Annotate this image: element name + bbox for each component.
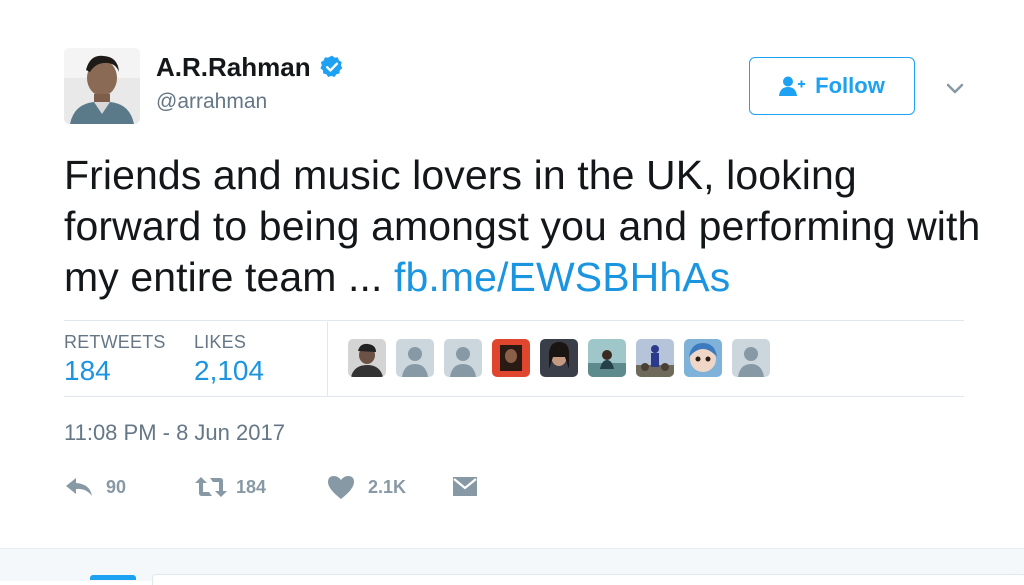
like-count: 2.1K [368,476,407,497]
reply-button[interactable]: 90 [64,472,126,502]
tweet-timestamp[interactable]: 11:08 PM - 8 Jun 2017 [64,420,285,446]
liker-avatar[interactable] [540,339,578,377]
like-button[interactable]: 2.1K [326,472,406,502]
retweets-stat[interactable]: RETWEETS 184 [64,332,166,387]
user-handle[interactable]: @arrahman [156,90,267,114]
follow-user-plus-icon [779,75,806,97]
tweet-link[interactable]: fb.me/EWSBHhAs [394,254,730,300]
liker-avatar[interactable] [636,339,674,377]
liker-avatar[interactable] [588,339,626,377]
liker-avatar[interactable] [348,339,386,377]
retweets-value: 184 [64,355,111,386]
liker-avatar-default[interactable] [396,339,434,377]
heart-icon [326,474,356,500]
liker-avatar-default[interactable] [444,339,482,377]
verified-badge-icon [319,54,345,80]
retweets-label: RETWEETS [64,332,166,352]
reply-count: 90 [106,476,127,497]
liker-avatar-default[interactable] [732,339,770,377]
follow-button[interactable]: Follow [749,57,915,115]
direct-message-button[interactable] [450,472,480,502]
liker-avatar[interactable] [492,339,530,377]
tweet-text: Friends and music lovers in the UK, look… [64,150,984,303]
retweet-icon [194,474,227,500]
liker-avatars [348,339,770,377]
stats-vertical-divider [327,322,328,396]
retweet-count: 184 [236,476,267,497]
reply-icon [64,474,94,500]
reply-avatar-edge [90,575,136,580]
stats-top-divider [64,320,964,321]
user-name-row[interactable]: A.R.Rahman [156,50,345,84]
direct-message-icon [450,474,480,500]
likes-label: LIKES [194,332,247,352]
follow-button-label: Follow [815,73,885,98]
likes-stat[interactable]: LIKES 2,104 [194,332,264,387]
stats-bottom-divider [64,396,964,397]
avatar-image [64,48,140,124]
user-avatar[interactable] [64,48,140,124]
likes-value: 2,104 [194,355,265,386]
display-name[interactable]: A.R.Rahman [156,52,311,83]
retweet-button[interactable]: 184 [194,472,266,502]
liker-avatar[interactable] [684,339,722,377]
chevron-down-icon[interactable] [940,74,970,104]
